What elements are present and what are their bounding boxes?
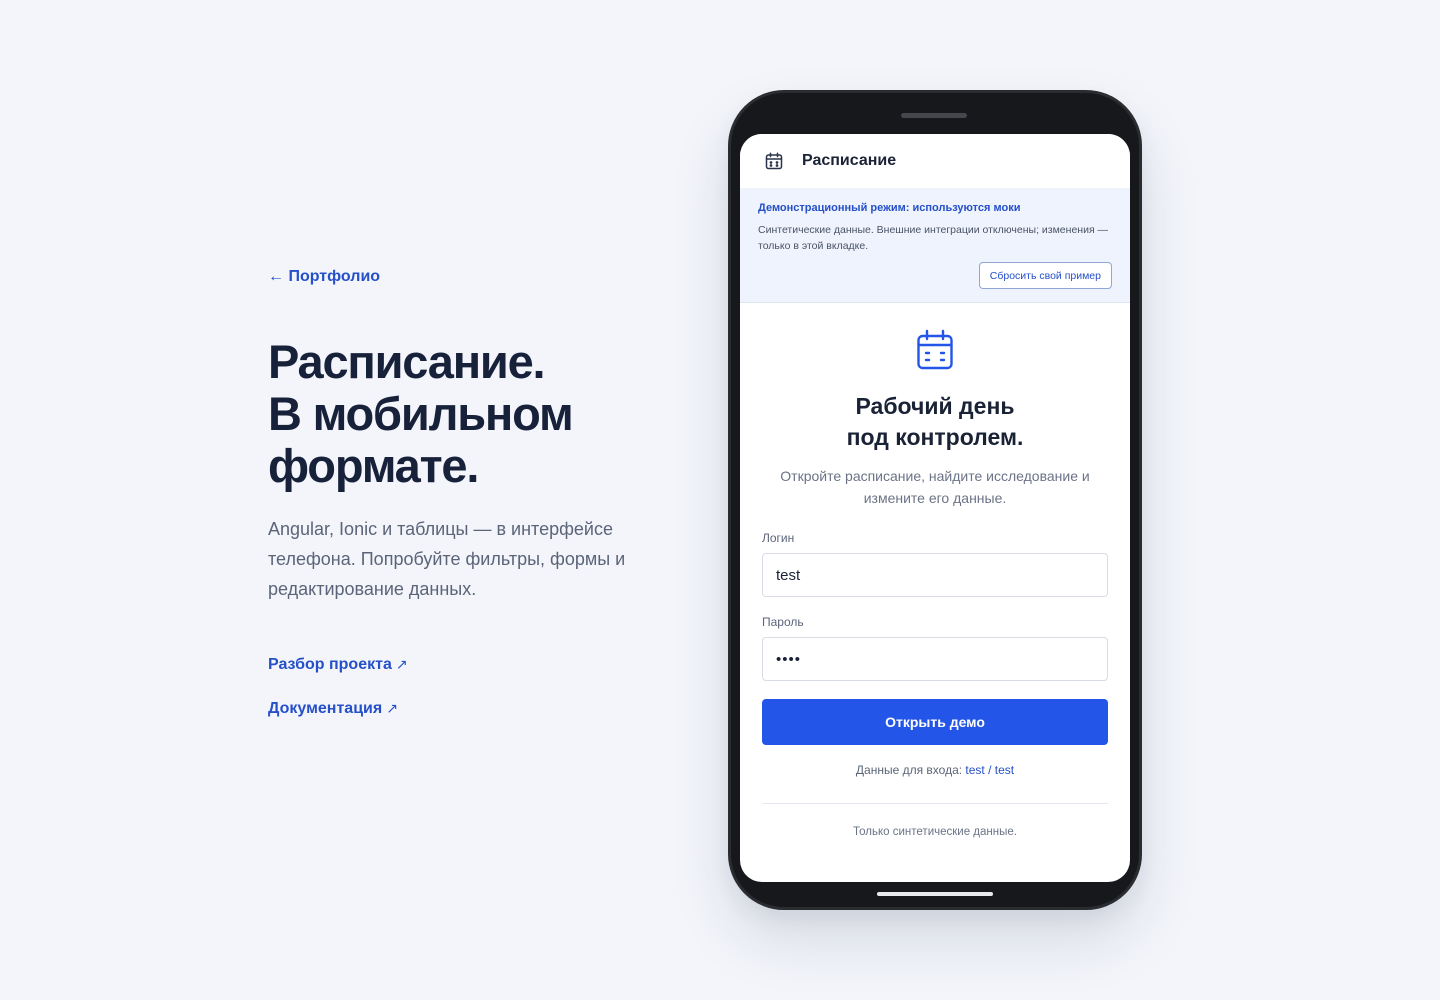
login-subtitle: Откройте расписание, найдите исследовани… bbox=[780, 468, 1090, 506]
password-label: Пароль bbox=[762, 615, 804, 629]
phone-frame: Расписание Демонстрационный режим: испол… bbox=[728, 90, 1142, 910]
app-header: Расписание bbox=[740, 134, 1130, 188]
login-input[interactable] bbox=[762, 553, 1108, 597]
intro-panel: ← Портфолио Расписание. В мобильном форм… bbox=[268, 268, 668, 718]
headline-line-1: Расписание. bbox=[268, 335, 546, 388]
synthetic-data-note: Только синтетические данные. bbox=[853, 826, 1017, 838]
headline-line-3: формате. bbox=[268, 439, 479, 492]
intro-description: Angular, Ionic и таблицы — в интерфейсе … bbox=[268, 519, 626, 599]
reset-example-button[interactable]: Сбросить свой пример bbox=[978, 262, 1112, 289]
phone-speaker bbox=[901, 113, 967, 118]
divider bbox=[762, 803, 1108, 804]
page-headline: Расписание. В мобильном формате. bbox=[268, 336, 668, 492]
project-review-link[interactable]: Разбор проекта ↗ bbox=[268, 656, 668, 674]
calendar-icon bbox=[917, 329, 953, 370]
phone-screen: Расписание Демонстрационный режим: испол… bbox=[740, 134, 1130, 882]
documentation-link[interactable]: Документация ↗ bbox=[268, 700, 668, 718]
project-review-label: Разбор проекта bbox=[268, 656, 392, 673]
phone-home-indicator bbox=[877, 892, 993, 896]
back-to-portfolio-link[interactable]: ← Портфолио bbox=[268, 268, 380, 286]
banner-text: Синтетические данные. Внешние интеграции… bbox=[758, 224, 1109, 252]
app-title: Расписание bbox=[802, 152, 897, 169]
login-label: Логин bbox=[762, 531, 795, 545]
login-title-line-2: под контролем. bbox=[846, 424, 1024, 450]
password-input[interactable] bbox=[762, 637, 1108, 681]
external-link-icon: ↗ bbox=[395, 656, 408, 672]
login-title: Рабочий день под контролем. bbox=[762, 391, 1108, 453]
headline-line-2: В мобильном bbox=[268, 387, 574, 440]
login-title-line-1: Рабочий день bbox=[855, 393, 1015, 419]
external-link-icon: ↗ bbox=[386, 700, 398, 716]
banner-title: Демонстрационный режим: используются мок… bbox=[758, 202, 1021, 214]
credentials-hint: Данные для входа: test / test bbox=[762, 763, 1108, 777]
credentials-prefix: Данные для входа: bbox=[855, 763, 963, 777]
open-demo-button[interactable]: Открыть демо bbox=[762, 699, 1108, 745]
login-form: Рабочий день под контролем. Откройте рас… bbox=[740, 329, 1130, 838]
documentation-label: Документация bbox=[268, 700, 383, 717]
calendar-icon bbox=[765, 152, 783, 170]
credentials-value: test / test bbox=[965, 763, 1015, 777]
